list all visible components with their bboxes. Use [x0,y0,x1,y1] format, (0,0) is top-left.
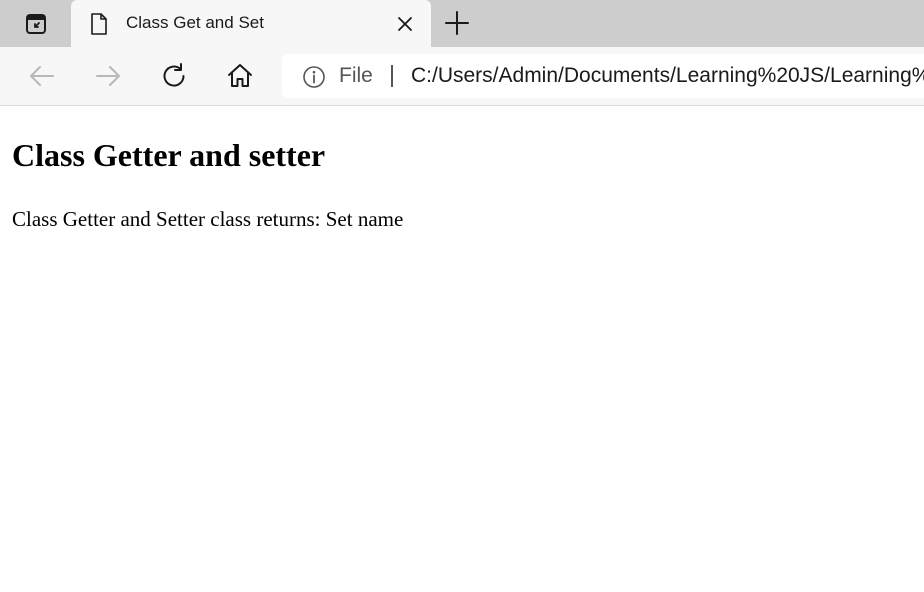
info-icon[interactable] [302,65,326,89]
page-icon [91,13,107,35]
tab-strip: Class Get and Set [0,0,924,47]
back-arrow-icon[interactable] [27,61,57,91]
page-content: Class Getter and setter Class Getter and… [0,106,924,592]
tab-title: Class Get and Set [126,13,264,32]
refresh-icon[interactable] [159,61,189,91]
forward-arrow-icon[interactable] [93,61,123,91]
address-divider [391,65,393,87]
browser-toolbar: File C:/Users/Admin/Documents/Learning%2… [0,47,924,106]
address-bar[interactable]: File C:/Users/Admin/Documents/Learning%2… [282,54,924,98]
page-text: Class Getter and Setter class returns: S… [12,207,404,231]
url-text[interactable]: C:/Users/Admin/Documents/Learning%20JS/L… [411,64,924,88]
active-tab[interactable]: Class Get and Set [71,0,431,47]
scheme-label: File [339,64,373,87]
plus-icon[interactable] [444,10,470,36]
page-heading: Class Getter and setter [12,137,326,173]
tab-actions-icon [26,14,46,34]
close-icon[interactable] [395,14,415,34]
home-icon[interactable] [225,61,255,91]
tab-actions-button[interactable] [14,12,58,36]
